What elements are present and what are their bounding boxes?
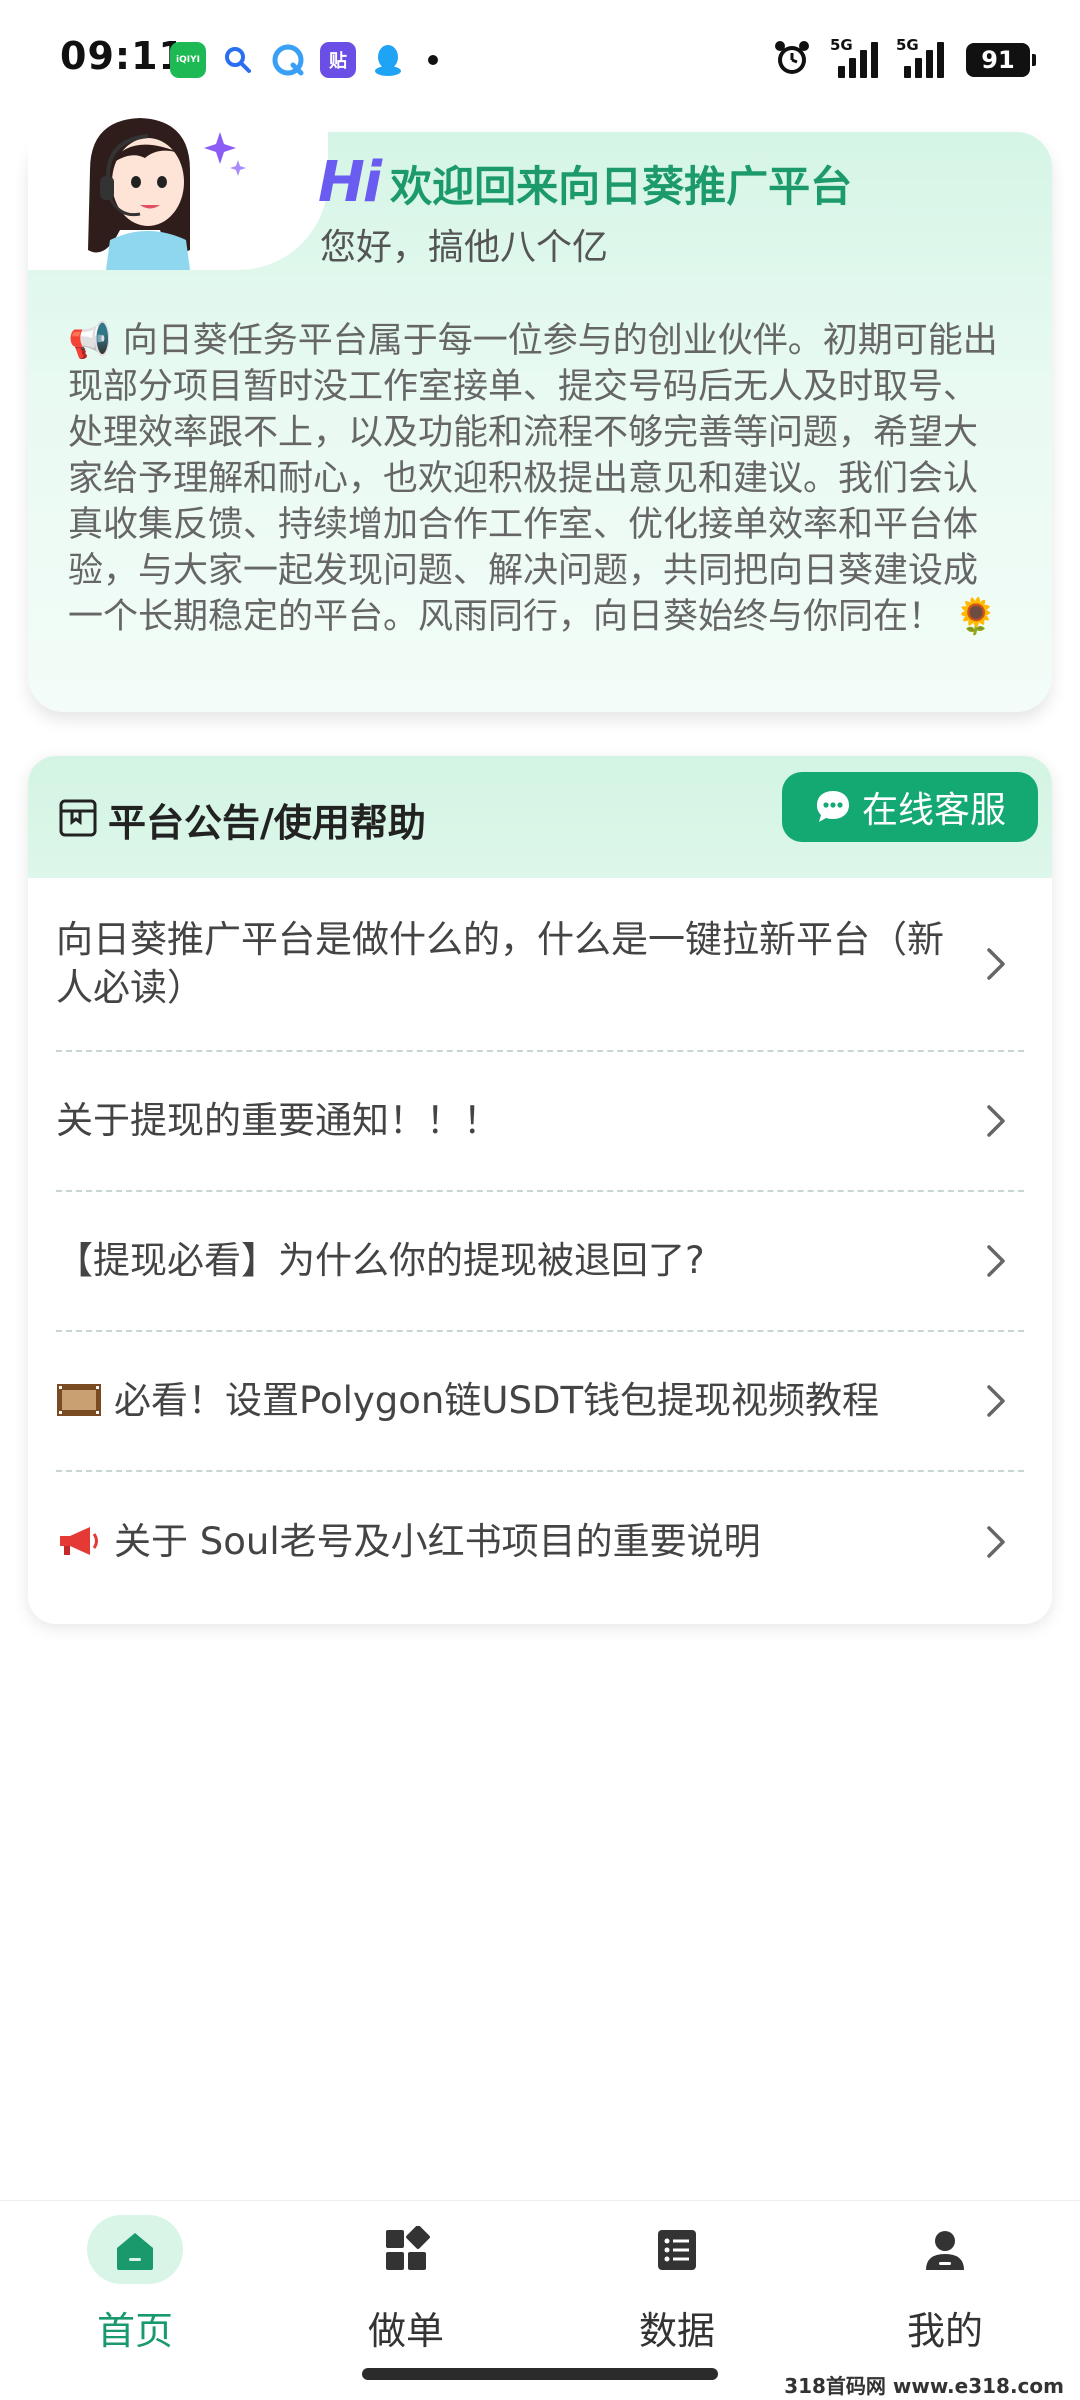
chat-icon — [814, 788, 852, 826]
announcement-card: 平台公告/使用帮助 在线客服 向日葵推广平台是做什么的，什么是一键拉新平台（新人… — [28, 756, 1052, 1624]
nav-item-home[interactable]: 首页 — [45, 2215, 225, 2355]
nav-label: 我的 — [906, 2309, 983, 2353]
nav-item-data[interactable]: 数据 — [587, 2215, 767, 2355]
notice-board-icon — [58, 798, 98, 838]
online-service-button[interactable]: 在线客服 — [782, 772, 1038, 842]
qq-icon — [370, 42, 406, 78]
signal-icon-2: 5G — [896, 36, 944, 78]
announcement-item-withdraw-notice[interactable]: 关于提现的重要通知！！！ — [56, 1052, 1024, 1192]
nav-label: 首页 — [96, 2309, 173, 2353]
system-icons: 5G 5G 91 — [772, 36, 1036, 82]
announcement-list: 向日葵推广平台是做什么的，什么是一键拉新平台（新人必读） 关于提现的重要通知！！… — [56, 878, 1024, 1612]
home-icon — [117, 2232, 153, 2270]
nav-icon-wrap — [358, 2215, 454, 2284]
chevron-right-icon — [987, 1105, 1005, 1137]
hi-logo: Hi — [318, 150, 382, 215]
nav-icon-wrap — [897, 2215, 993, 2284]
app-screen: 09:11 iQIYI 贴 5G 5G 91 Hi 欢迎回来向日葵推广平台 您好… — [0, 0, 1080, 2400]
avatar — [60, 110, 260, 270]
announcement-item-withdraw-returned[interactable]: 【提现必看】为什么你的提现被退回了? — [56, 1192, 1024, 1332]
tieba-icon: 贴 — [320, 42, 356, 78]
announcement-item-text: 【提现必看】为什么你的提现被退回了? — [56, 1239, 705, 1282]
chevron-right-icon — [987, 1526, 1005, 1558]
announcement-item-intro[interactable]: 向日葵推广平台是做什么的，什么是一键拉新平台（新人必读） — [56, 878, 1024, 1052]
alarm-icon — [772, 38, 812, 82]
nav-item-orders[interactable]: 做单 — [316, 2215, 496, 2355]
platform-notice: 📢 向日葵任务平台属于每一位参与的创业伙伴。初期可能出现部分项目暂时没工作室接单… — [68, 321, 998, 637]
announcement-item-text: 关于提现的重要通知！！！ — [56, 1099, 500, 1142]
film-icon — [57, 1384, 101, 1416]
announcement-item-text: 向日葵推广平台是做什么的，什么是一键拉新平台（新人必读） — [56, 918, 944, 1009]
search-icon — [220, 42, 256, 78]
notification-icons: iQIYI 贴 — [170, 42, 452, 78]
signal-icon: 5G — [830, 36, 878, 78]
home-indicator[interactable] — [362, 2368, 718, 2380]
announcement-item-soul-notice[interactable]: 关于 Soul老号及小红书项目的重要说明 — [56, 1472, 1024, 1612]
megaphone-icon — [60, 1527, 98, 1555]
user-icon — [926, 2230, 964, 2270]
list-icon — [658, 2229, 696, 2270]
battery-level: 91 — [981, 46, 1015, 74]
nav-item-mine[interactable]: 我的 — [855, 2215, 1035, 2355]
more-notifications-dot — [428, 55, 438, 65]
nav-icon-wrap — [629, 2215, 725, 2284]
announcement-item-row: 关于 Soul老号及小红书项目的重要说明 — [56, 1518, 966, 1566]
watermark: 318首码网 www.e318.com — [780, 2370, 1068, 2399]
announcement-item-row: 必看！设置Polygon链USDT钱包提现视频教程 — [56, 1377, 966, 1425]
nav-icon-wrap — [87, 2215, 183, 2284]
announcement-item-text: 关于 Soul老号及小红书项目的重要说明 — [114, 1520, 761, 1563]
chevron-right-icon — [987, 948, 1005, 980]
welcome-subtitle: 您好，搞他八个亿 — [320, 227, 609, 268]
welcome-heading: Hi 欢迎回来向日葵推广平台 — [318, 150, 852, 215]
welcome-title: 欢迎回来向日葵推广平台 — [390, 162, 853, 211]
announcement-item-text: 必看！设置Polygon链USDT钱包提现视频教程 — [114, 1379, 880, 1422]
online-service-label: 在线客服 — [861, 790, 1006, 831]
browser-icon — [270, 42, 306, 78]
chevron-right-icon — [987, 1385, 1005, 1417]
status-time: 09:11 — [60, 34, 186, 78]
chevron-right-icon — [987, 1245, 1005, 1277]
grid-icon — [386, 2225, 430, 2270]
announcement-item-usdt-tutorial[interactable]: 必看！设置Polygon链USDT钱包提现视频教程 — [56, 1332, 1024, 1472]
iqiyi-icon: iQIYI — [170, 42, 206, 78]
nav-label: 数据 — [638, 2309, 715, 2353]
battery-icon: 91 — [966, 43, 1036, 77]
announcement-title: 平台公告/使用帮助 — [108, 801, 426, 845]
announcement-header: 平台公告/使用帮助 在线客服 — [28, 756, 1052, 878]
nav-label: 做单 — [367, 2309, 444, 2353]
